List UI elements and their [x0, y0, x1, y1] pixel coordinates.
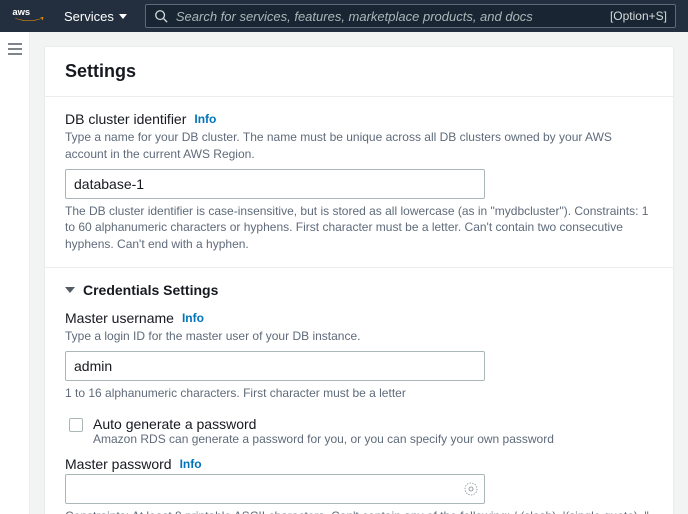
chevron-down-icon	[65, 287, 75, 293]
master-password-label: Master password	[65, 456, 172, 472]
search-shortcut: [Option+S]	[610, 9, 667, 23]
master-username-field: Master username Info Type a login ID for…	[65, 310, 653, 402]
master-username-label: Master username	[65, 310, 174, 326]
credentials-section-toggle[interactable]: Credentials Settings	[65, 282, 653, 298]
credentials-section-title: Credentials Settings	[83, 282, 218, 298]
svg-text:aws: aws	[12, 7, 30, 18]
auto-generate-password-checkbox[interactable]	[69, 418, 83, 432]
main-content: Settings DB cluster identifier Info Type…	[30, 32, 688, 514]
db-cluster-identifier-desc: Type a name for your DB cluster. The nam…	[65, 129, 653, 163]
master-username-input[interactable]	[65, 351, 485, 381]
db-cluster-identifier-field: DB cluster identifier Info Type a name f…	[65, 111, 653, 253]
master-password-field: Master password Info Constraints: At lea…	[65, 456, 653, 514]
db-cluster-identifier-input[interactable]	[65, 169, 485, 199]
auto-generate-password-row: Auto generate a password Amazon RDS can …	[65, 412, 653, 456]
panel-header: Settings	[45, 47, 673, 97]
search-icon	[154, 9, 168, 23]
top-nav: aws Services [Option+S]	[0, 0, 688, 32]
settings-panel: Settings DB cluster identifier Info Type…	[44, 46, 674, 514]
panel-title: Settings	[65, 61, 653, 82]
db-cluster-identifier-helper: The DB cluster identifier is case-insens…	[65, 203, 653, 253]
caret-down-icon	[119, 14, 127, 19]
divider	[45, 267, 673, 268]
master-username-desc: Type a login ID for the master user of y…	[65, 328, 653, 345]
master-password-input[interactable]	[65, 474, 485, 504]
aws-logo[interactable]: aws	[12, 6, 46, 26]
auto-generate-password-label: Auto generate a password	[93, 416, 554, 432]
info-link[interactable]: Info	[180, 457, 202, 471]
eye-icon[interactable]	[463, 481, 479, 497]
info-link[interactable]: Info	[194, 112, 216, 126]
master-username-helper: 1 to 16 alphanumeric characters. First c…	[65, 385, 653, 402]
db-cluster-identifier-label: DB cluster identifier	[65, 111, 186, 127]
info-link[interactable]: Info	[182, 311, 204, 325]
sidebar-toggle-col	[0, 32, 30, 514]
master-password-helper: Constraints: At least 8 printable ASCII …	[65, 508, 653, 514]
auto-generate-password-desc: Amazon RDS can generate a password for y…	[93, 432, 554, 446]
search-input[interactable]	[176, 9, 602, 24]
hamburger-icon[interactable]	[7, 42, 23, 514]
services-menu[interactable]: Services	[64, 9, 127, 24]
services-label: Services	[64, 9, 114, 24]
global-search[interactable]: [Option+S]	[145, 4, 676, 28]
